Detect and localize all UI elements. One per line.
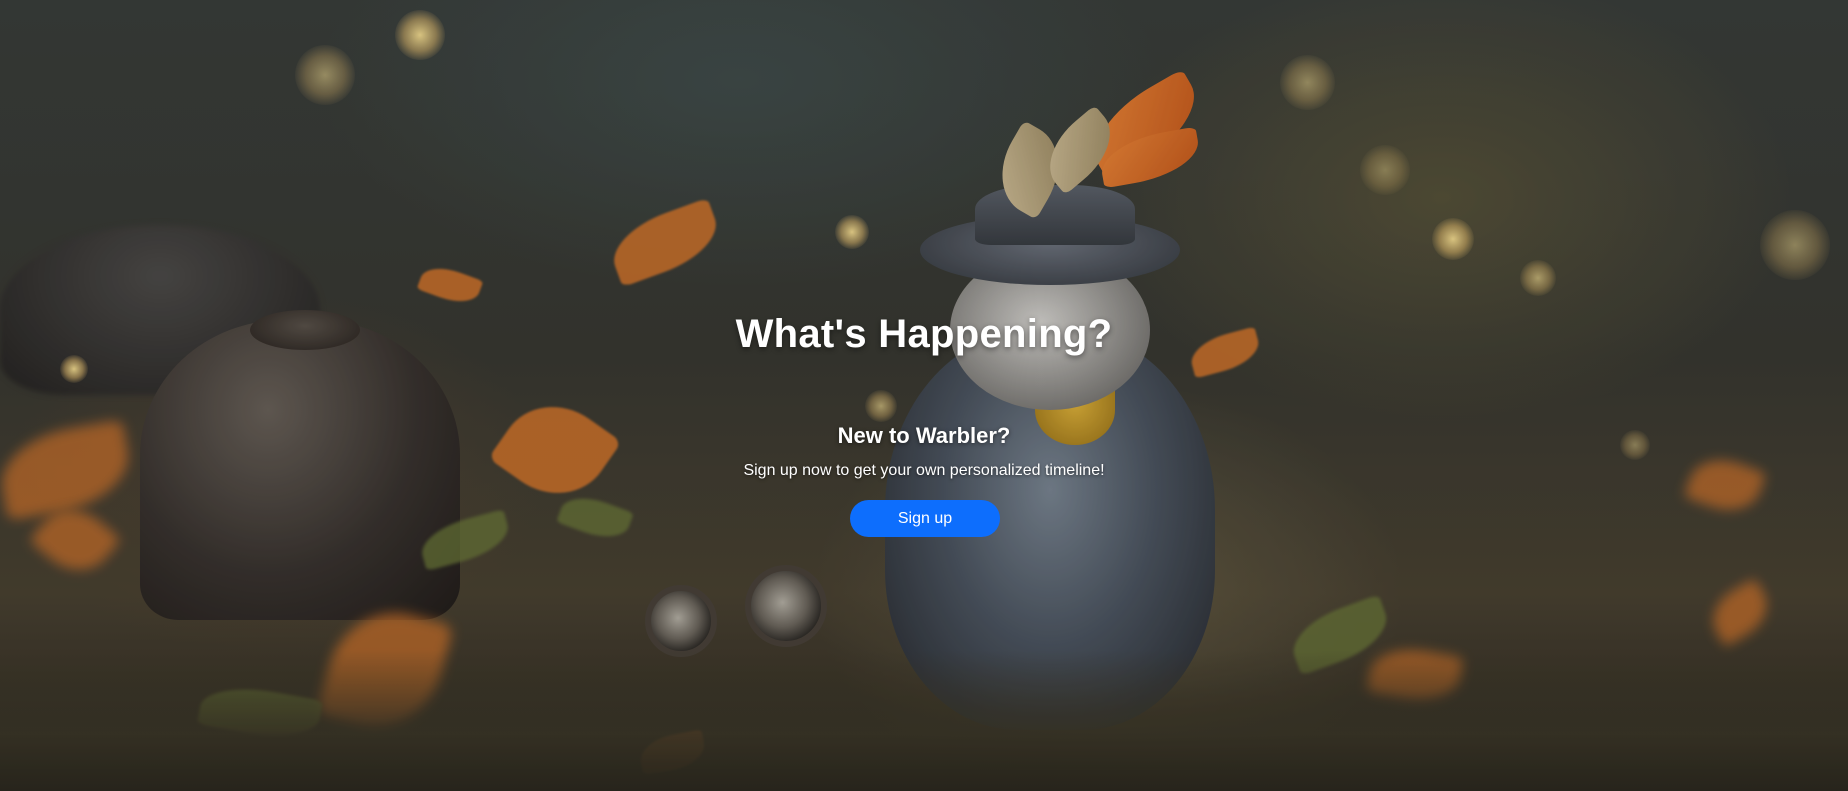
hero-content: What's Happening? New to Warbler? Sign u… [0, 0, 1848, 791]
hero-headline: What's Happening? [735, 312, 1113, 356]
hero-subheading: New to Warbler? [837, 423, 1011, 448]
signup-button[interactable]: Sign up [850, 500, 1000, 537]
hero-tagline: Sign up now to get your own personalized… [743, 462, 1105, 479]
